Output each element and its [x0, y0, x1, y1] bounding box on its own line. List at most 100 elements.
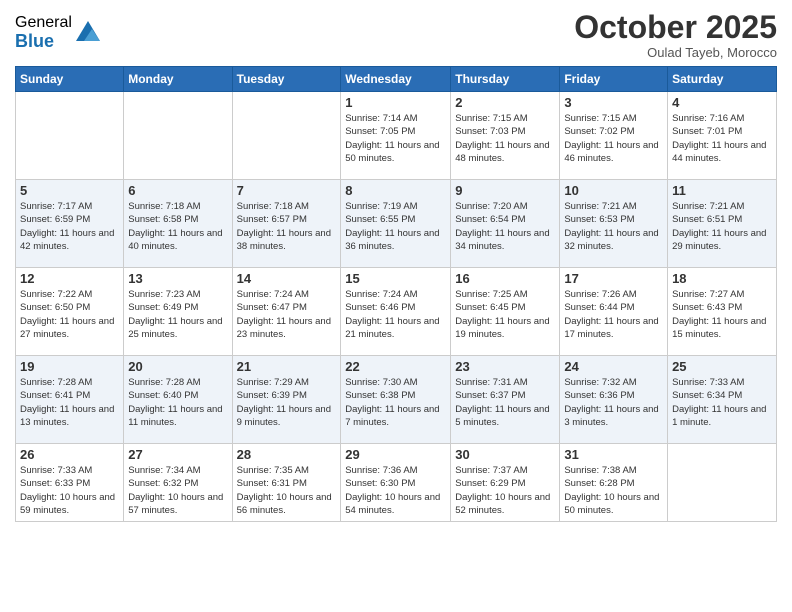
- calendar-header-row: Sunday Monday Tuesday Wednesday Thursday…: [16, 67, 777, 92]
- day-info: Sunrise: 7:28 AMSunset: 6:40 PMDaylight:…: [128, 376, 227, 429]
- day-info: Sunrise: 7:34 AMSunset: 6:32 PMDaylight:…: [128, 464, 227, 517]
- day-info: Sunrise: 7:18 AMSunset: 6:58 PMDaylight:…: [128, 200, 227, 253]
- table-row: 27 Sunrise: 7:34 AMSunset: 6:32 PMDayligh…: [124, 444, 232, 522]
- table-row: 15 Sunrise: 7:24 AMSunset: 6:46 PMDayligh…: [341, 268, 451, 356]
- day-number: 30: [455, 447, 555, 462]
- day-info: Sunrise: 7:29 AMSunset: 6:39 PMDaylight:…: [237, 376, 337, 429]
- day-info: Sunrise: 7:36 AMSunset: 6:30 PMDaylight:…: [345, 464, 446, 517]
- calendar: Sunday Monday Tuesday Wednesday Thursday…: [15, 66, 777, 522]
- col-sunday: Sunday: [16, 67, 124, 92]
- day-info: Sunrise: 7:33 AMSunset: 6:33 PMDaylight:…: [20, 464, 119, 517]
- table-row: 13 Sunrise: 7:23 AMSunset: 6:49 PMDayligh…: [124, 268, 232, 356]
- day-info: Sunrise: 7:38 AMSunset: 6:28 PMDaylight:…: [564, 464, 663, 517]
- day-number: 7: [237, 183, 337, 198]
- day-info: Sunrise: 7:19 AMSunset: 6:55 PMDaylight:…: [345, 200, 446, 253]
- day-info: Sunrise: 7:24 AMSunset: 6:46 PMDaylight:…: [345, 288, 446, 341]
- day-info: Sunrise: 7:20 AMSunset: 6:54 PMDaylight:…: [455, 200, 555, 253]
- day-number: 15: [345, 271, 446, 286]
- table-row: 1 Sunrise: 7:14 AMSunset: 7:05 PMDaylight…: [341, 92, 451, 180]
- day-info: Sunrise: 7:25 AMSunset: 6:45 PMDaylight:…: [455, 288, 555, 341]
- day-info: Sunrise: 7:37 AMSunset: 6:29 PMDaylight:…: [455, 464, 555, 517]
- day-number: 28: [237, 447, 337, 462]
- day-info: Sunrise: 7:15 AMSunset: 7:02 PMDaylight:…: [564, 112, 663, 165]
- table-row: 9 Sunrise: 7:20 AMSunset: 6:54 PMDaylight…: [451, 180, 560, 268]
- day-info: Sunrise: 7:21 AMSunset: 6:51 PMDaylight:…: [672, 200, 772, 253]
- day-number: 24: [564, 359, 663, 374]
- day-number: 25: [672, 359, 772, 374]
- table-row: 12 Sunrise: 7:22 AMSunset: 6:50 PMDayligh…: [16, 268, 124, 356]
- logo-text: General Blue: [15, 14, 72, 51]
- table-row: 2Sunrise: 7:15 AMSunset: 7:03 PMDaylight…: [451, 92, 560, 180]
- table-row: 14 Sunrise: 7:24 AMSunset: 6:47 PMDayligh…: [232, 268, 341, 356]
- table-row: 7 Sunrise: 7:18 AMSunset: 6:57 PMDaylight…: [232, 180, 341, 268]
- table-row: [124, 92, 232, 180]
- day-info: Sunrise: 7:30 AMSunset: 6:38 PMDaylight:…: [345, 376, 446, 429]
- table-row: 5Sunrise: 7:17 AMSunset: 6:59 PMDaylight…: [16, 180, 124, 268]
- day-info: Sunrise: 7:33 AMSunset: 6:34 PMDaylight:…: [672, 376, 772, 429]
- calendar-week-row: 5Sunrise: 7:17 AMSunset: 6:59 PMDaylight…: [16, 180, 777, 268]
- calendar-week-row: 26Sunrise: 7:33 AMSunset: 6:33 PMDayligh…: [16, 444, 777, 522]
- table-row: 31 Sunrise: 7:38 AMSunset: 6:28 PMDayligh…: [560, 444, 668, 522]
- day-info: Sunrise: 7:24 AMSunset: 6:47 PMDaylight:…: [237, 288, 337, 341]
- col-saturday: Saturday: [668, 67, 777, 92]
- day-number: 29: [345, 447, 446, 462]
- day-number: 16: [455, 271, 555, 286]
- day-info: Sunrise: 7:18 AMSunset: 6:57 PMDaylight:…: [237, 200, 337, 253]
- table-row: [16, 92, 124, 180]
- table-row: 20Sunrise: 7:28 AMSunset: 6:40 PMDayligh…: [124, 356, 232, 444]
- day-number: 4: [672, 95, 772, 110]
- logo-blue: Blue: [15, 32, 72, 52]
- day-number: 18: [672, 271, 772, 286]
- calendar-week-row: 1 Sunrise: 7:14 AMSunset: 7:05 PMDaylight…: [16, 92, 777, 180]
- table-row: 16 Sunrise: 7:25 AMSunset: 6:45 PMDayligh…: [451, 268, 560, 356]
- day-info: Sunrise: 7:23 AMSunset: 6:49 PMDaylight:…: [128, 288, 227, 341]
- day-number: 14: [237, 271, 337, 286]
- day-info: Sunrise: 7:26 AMSunset: 6:44 PMDaylight:…: [564, 288, 663, 341]
- col-monday: Monday: [124, 67, 232, 92]
- day-info: Sunrise: 7:16 AMSunset: 7:01 PMDaylight:…: [672, 112, 772, 165]
- day-number: 21: [237, 359, 337, 374]
- table-row: 18 Sunrise: 7:27 AMSunset: 6:43 PMDayligh…: [668, 268, 777, 356]
- col-thursday: Thursday: [451, 67, 560, 92]
- table-row: 23Sunrise: 7:31 AMSunset: 6:37 PMDayligh…: [451, 356, 560, 444]
- month-title: October 2025: [574, 10, 777, 45]
- table-row: 17Sunrise: 7:26 AMSunset: 6:44 PMDayligh…: [560, 268, 668, 356]
- table-row: 11Sunrise: 7:21 AMSunset: 6:51 PMDayligh…: [668, 180, 777, 268]
- table-row: 30 Sunrise: 7:37 AMSunset: 6:29 PMDayligh…: [451, 444, 560, 522]
- day-number: 31: [564, 447, 663, 462]
- col-tuesday: Tuesday: [232, 67, 341, 92]
- table-row: 25 Sunrise: 7:33 AMSunset: 6:34 PMDayligh…: [668, 356, 777, 444]
- table-row: 8Sunrise: 7:19 AMSunset: 6:55 PMDaylight…: [341, 180, 451, 268]
- table-row: 22 Sunrise: 7:30 AMSunset: 6:38 PMDayligh…: [341, 356, 451, 444]
- day-number: 13: [128, 271, 227, 286]
- calendar-week-row: 12 Sunrise: 7:22 AMSunset: 6:50 PMDayligh…: [16, 268, 777, 356]
- day-number: 6: [128, 183, 227, 198]
- day-info: Sunrise: 7:28 AMSunset: 6:41 PMDaylight:…: [20, 376, 119, 429]
- day-info: Sunrise: 7:14 AMSunset: 7:05 PMDaylight:…: [345, 112, 446, 165]
- day-number: 22: [345, 359, 446, 374]
- table-row: 10Sunrise: 7:21 AMSunset: 6:53 PMDayligh…: [560, 180, 668, 268]
- day-info: Sunrise: 7:22 AMSunset: 6:50 PMDaylight:…: [20, 288, 119, 341]
- day-number: 3: [564, 95, 663, 110]
- day-number: 12: [20, 271, 119, 286]
- day-number: 27: [128, 447, 227, 462]
- day-number: 2: [455, 95, 555, 110]
- title-block: October 2025 Oulad Tayeb, Morocco: [574, 10, 777, 60]
- table-row: 21 Sunrise: 7:29 AMSunset: 6:39 PMDayligh…: [232, 356, 341, 444]
- day-info: Sunrise: 7:17 AMSunset: 6:59 PMDaylight:…: [20, 200, 119, 253]
- day-number: 1: [345, 95, 446, 110]
- day-info: Sunrise: 7:21 AMSunset: 6:53 PMDaylight:…: [564, 200, 663, 253]
- table-row: 6 Sunrise: 7:18 AMSunset: 6:58 PMDaylight…: [124, 180, 232, 268]
- table-row: 26Sunrise: 7:33 AMSunset: 6:33 PMDayligh…: [16, 444, 124, 522]
- table-row: 4 Sunrise: 7:16 AMSunset: 7:01 PMDaylight…: [668, 92, 777, 180]
- header: General Blue October 2025 Oulad Tayeb, M…: [15, 10, 777, 60]
- day-number: 9: [455, 183, 555, 198]
- table-row: 28Sunrise: 7:35 AMSunset: 6:31 PMDayligh…: [232, 444, 341, 522]
- logo: General Blue: [15, 14, 102, 51]
- calendar-week-row: 19 Sunrise: 7:28 AMSunset: 6:41 PMDayligh…: [16, 356, 777, 444]
- day-number: 19: [20, 359, 119, 374]
- table-row: 3 Sunrise: 7:15 AMSunset: 7:02 PMDaylight…: [560, 92, 668, 180]
- page: General Blue October 2025 Oulad Tayeb, M…: [0, 0, 792, 612]
- day-info: Sunrise: 7:27 AMSunset: 6:43 PMDaylight:…: [672, 288, 772, 341]
- table-row: 29 Sunrise: 7:36 AMSunset: 6:30 PMDayligh…: [341, 444, 451, 522]
